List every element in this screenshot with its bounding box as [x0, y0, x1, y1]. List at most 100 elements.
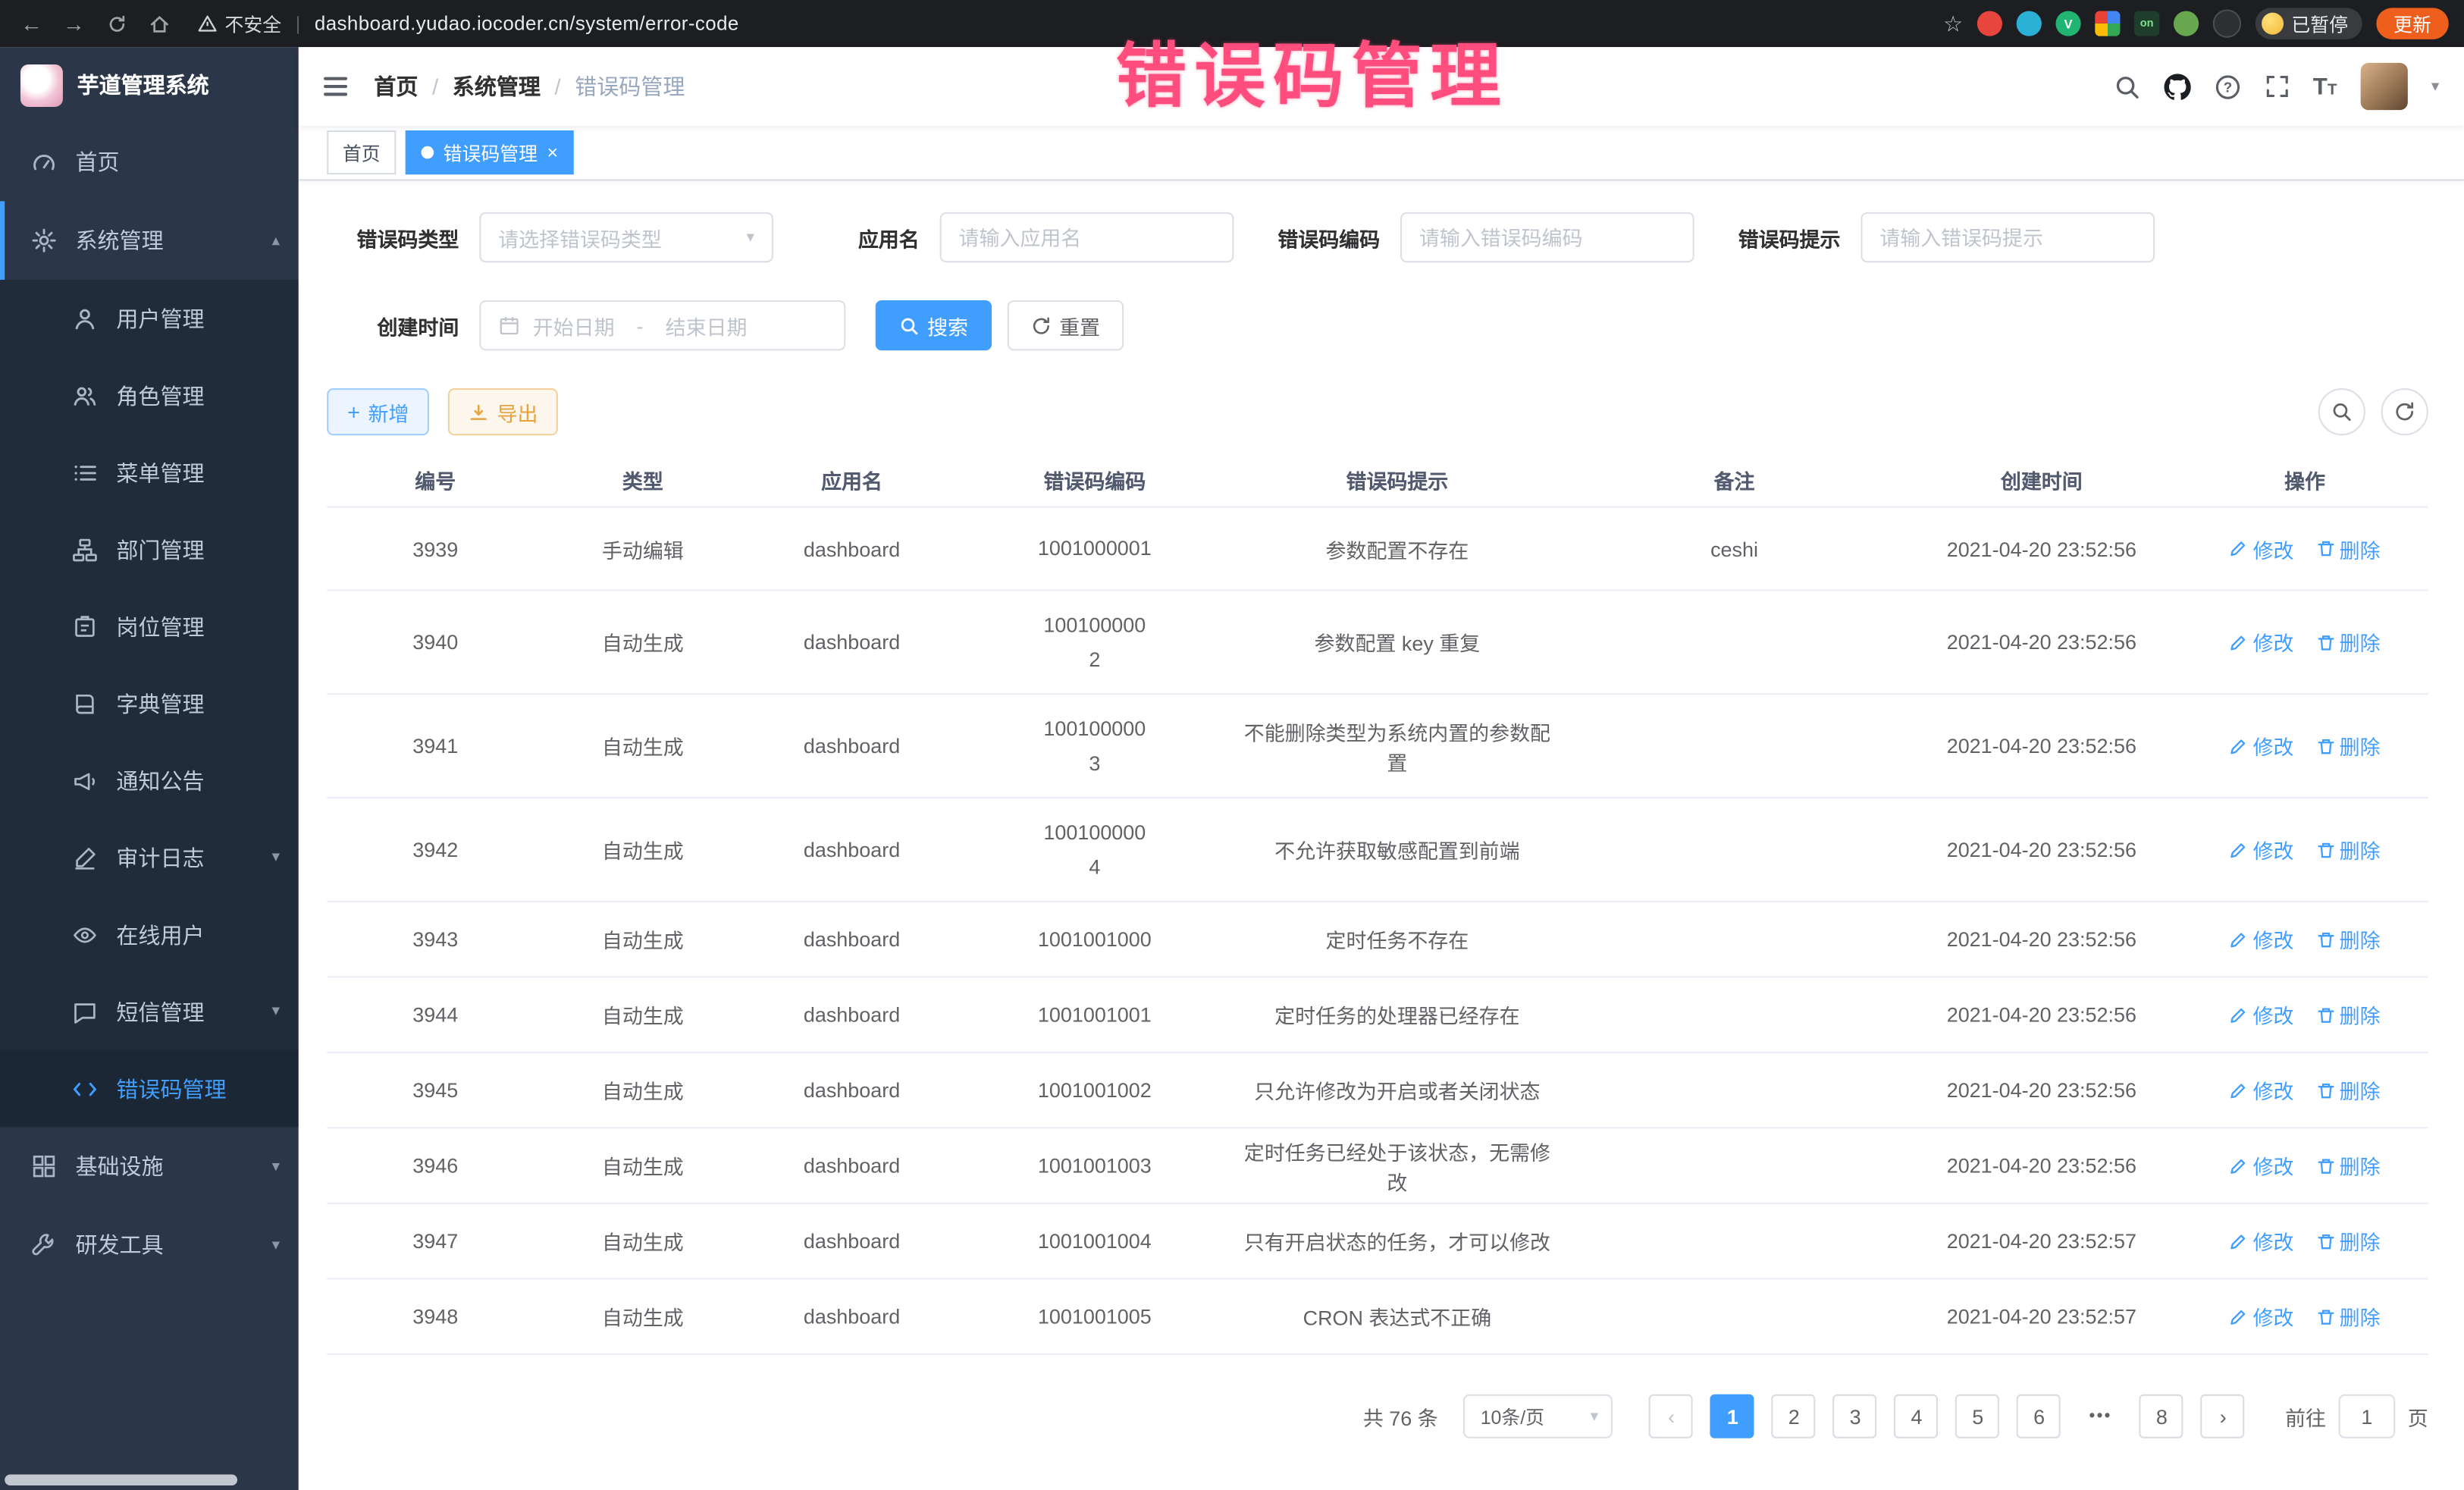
end-date-placeholder: 结束日期: [666, 310, 748, 340]
sidebar-scrollbar[interactable]: [5, 1474, 237, 1485]
github-icon[interactable]: [2164, 73, 2190, 99]
home-icon[interactable]: [143, 8, 174, 39]
date-range-picker[interactable]: 开始日期 - 结束日期: [479, 300, 845, 350]
extension-icon[interactable]: [1977, 11, 2002, 36]
search-button[interactable]: 搜索: [876, 300, 992, 350]
delete-link[interactable]: 删除: [2316, 534, 2381, 563]
edit-link[interactable]: 修改: [2230, 627, 2294, 657]
page-button[interactable]: 3: [1833, 1394, 1877, 1438]
delete-link[interactable]: 删除: [2316, 627, 2381, 657]
sidebar-item-error-code[interactable]: 错误码管理: [0, 1050, 299, 1128]
delete-link[interactable]: 删除: [2316, 924, 2381, 954]
prev-page-button[interactable]: ‹: [1650, 1394, 1694, 1438]
edit-link[interactable]: 修改: [2230, 731, 2294, 761]
filter-label: 创建时间: [327, 310, 459, 340]
sidebar-item-system[interactable]: 系统管理 ▴: [0, 201, 299, 280]
delete-link[interactable]: 删除: [2316, 1301, 2381, 1331]
sidebar-item-sms[interactable]: 短信管理 ▾: [0, 973, 299, 1050]
filter-error-code: 错误码编码: [1248, 212, 1694, 262]
delete-link[interactable]: 删除: [2316, 731, 2381, 761]
chevron-down-icon: ▾: [272, 1003, 280, 1021]
edit-link[interactable]: 修改: [2230, 1226, 2294, 1256]
export-button[interactable]: 导出: [448, 388, 558, 435]
edit-label: 修改: [2253, 1226, 2294, 1256]
sidebar-item-online-user[interactable]: 在线用户: [0, 896, 299, 974]
delete-link[interactable]: 删除: [2316, 999, 2381, 1029]
sidebar-item-menu[interactable]: 菜单管理: [0, 434, 299, 511]
address-bar[interactable]: dashboard.yudao.iocoder.cn/system/error-…: [315, 13, 1933, 35]
page-button[interactable]: 8: [2140, 1394, 2183, 1438]
tab-home[interactable]: 首页: [327, 130, 396, 174]
error-code-input[interactable]: [1400, 212, 1694, 262]
goto-page-input[interactable]: [2339, 1394, 2396, 1438]
breadcrumb-system[interactable]: 系统管理: [453, 71, 541, 102]
fullscreen-icon[interactable]: [2265, 74, 2290, 99]
sidebar-item-role[interactable]: 角色管理: [0, 357, 299, 434]
font-size-icon[interactable]: TT: [2313, 73, 2337, 99]
tab-error-code[interactable]: 错误码管理 ×: [406, 130, 574, 174]
bookmark-star-icon[interactable]: ☆: [1943, 10, 1963, 36]
delete-link[interactable]: 删除: [2316, 1150, 2381, 1180]
edit-link[interactable]: 修改: [2230, 534, 2294, 563]
app-logo[interactable]: 芋道管理系统: [0, 47, 299, 123]
reload-icon[interactable]: [101, 8, 132, 39]
caret-down-icon[interactable]: ▾: [2431, 78, 2439, 96]
refresh-table-button[interactable]: [2381, 388, 2428, 435]
error-type-select[interactable]: 请选择错误码类型 ▾: [479, 212, 773, 262]
sidebar-item-label: 错误码管理: [116, 1073, 226, 1104]
sidebar-item-infra[interactable]: 基础设施 ▾: [0, 1127, 299, 1206]
error-msg-input[interactable]: [1861, 212, 2155, 262]
sidebar-item-audit-log[interactable]: 审计日志 ▾: [0, 819, 299, 896]
sidebar-item-user[interactable]: 用户管理: [0, 280, 299, 357]
edit-link[interactable]: 修改: [2230, 835, 2294, 864]
show-search-button[interactable]: [2318, 388, 2365, 435]
page-button[interactable]: 2: [1772, 1394, 1816, 1438]
help-icon[interactable]: ?: [2214, 73, 2240, 99]
sidebar-item-label: 用户管理: [116, 303, 204, 334]
extension-icon[interactable]: V: [2055, 11, 2080, 36]
edit-link[interactable]: 修改: [2230, 1301, 2294, 1331]
delete-link[interactable]: 删除: [2316, 1075, 2381, 1105]
page-size-select[interactable]: 10条/页 ▾: [1463, 1394, 1613, 1438]
extension-icon[interactable]: on: [2134, 11, 2159, 36]
cell-type: 自动生成: [544, 1226, 741, 1256]
update-button[interactable]: 更新: [2376, 8, 2448, 39]
back-button[interactable]: ←: [16, 8, 47, 39]
page-ellipsis[interactable]: •••: [2078, 1394, 2122, 1438]
user-avatar[interactable]: [2361, 63, 2408, 110]
sidebar-item-home[interactable]: 首页: [0, 123, 299, 202]
delete-label: 删除: [2340, 999, 2381, 1029]
edit-link[interactable]: 修改: [2230, 999, 2294, 1029]
book-icon: [72, 691, 99, 716]
security-indicator[interactable]: 不安全: [198, 10, 281, 36]
paused-badge[interactable]: 已暂停: [2256, 8, 2362, 39]
page-button[interactable]: 5: [1956, 1394, 2000, 1438]
sidebar-item-dict[interactable]: 字典管理: [0, 665, 299, 742]
edit-link[interactable]: 修改: [2230, 1150, 2294, 1180]
page-content: 错误码类型 请选择错误码类型 ▾ 应用名 错误码编码 错误码提示: [299, 180, 2464, 1490]
extension-icon[interactable]: [2017, 11, 2042, 36]
page-button[interactable]: 6: [2017, 1394, 2061, 1438]
delete-link[interactable]: 删除: [2316, 835, 2381, 864]
add-button[interactable]: + 新增: [327, 388, 429, 435]
close-icon[interactable]: ×: [547, 143, 558, 162]
edit-link[interactable]: 修改: [2230, 1075, 2294, 1105]
breadcrumb-home[interactable]: 首页: [374, 71, 418, 102]
reset-button[interactable]: 重置: [1008, 300, 1124, 350]
extension-icon[interactable]: [2174, 11, 2199, 36]
extension-icon[interactable]: [2213, 9, 2241, 37]
forward-button[interactable]: →: [58, 8, 89, 39]
sidebar-item-dept[interactable]: 部门管理: [0, 511, 299, 588]
next-page-button[interactable]: ›: [2201, 1394, 2245, 1438]
page-button[interactable]: 4: [1895, 1394, 1939, 1438]
search-icon[interactable]: [2114, 73, 2140, 99]
hamburger-icon[interactable]: [321, 71, 350, 102]
sidebar-item-post[interactable]: 岗位管理: [0, 588, 299, 665]
extension-icon[interactable]: [2095, 11, 2120, 36]
app-name-input[interactable]: [940, 212, 1234, 262]
delete-link[interactable]: 删除: [2316, 1226, 2381, 1256]
sidebar-item-devtools[interactable]: 研发工具 ▾: [0, 1206, 299, 1285]
page-button[interactable]: 1: [1710, 1394, 1754, 1438]
sidebar-item-notice[interactable]: 通知公告: [0, 742, 299, 819]
edit-link[interactable]: 修改: [2230, 924, 2294, 954]
